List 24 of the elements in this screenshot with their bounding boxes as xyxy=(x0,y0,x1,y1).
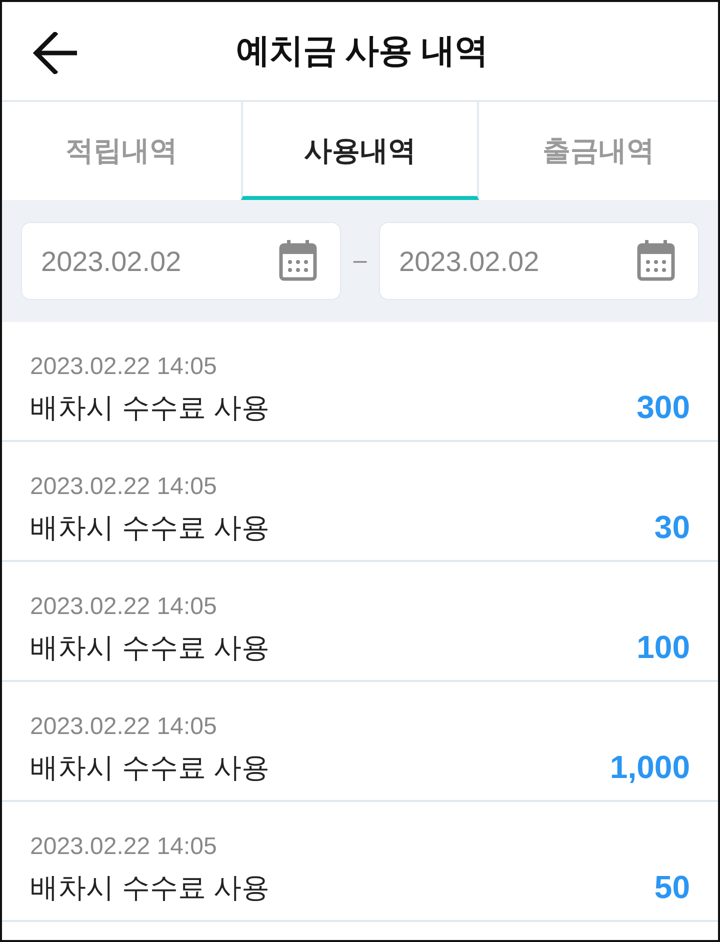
entry-amount: 1,000 xyxy=(610,748,690,786)
entry-datetime: 2023.02.22 14:05 xyxy=(30,352,218,382)
entry-description: 배차시 수수료 사용 xyxy=(30,631,270,665)
entry-datetime: 2023.02.22 14:05 xyxy=(30,592,218,622)
back-button[interactable] xyxy=(31,30,79,76)
entry-amount: 50 xyxy=(654,868,690,906)
entry-amount: 30 xyxy=(654,508,690,546)
entry-amount: 300 xyxy=(636,388,690,426)
entry-datetime: 2023.02.22 14:05 xyxy=(30,832,218,862)
entry-datetime: 2023.02.22 14:05 xyxy=(30,712,218,742)
date-field[interactable]: 2023.02.02 xyxy=(379,222,699,300)
entry-amount: 100 xyxy=(636,628,690,666)
range-separator: – xyxy=(352,247,368,275)
tab[interactable]: 사용내역 xyxy=(240,102,480,200)
back-arrow-icon xyxy=(33,32,77,74)
entry-datetime: 2023.02.22 14:05 xyxy=(30,472,218,502)
entry-description: 배차시 수수료 사용 xyxy=(30,511,270,545)
calendar-icon xyxy=(637,240,675,280)
entry-description: 배차시 수수료 사용 xyxy=(30,751,270,785)
page-title: 예치금 사용 내역 xyxy=(236,31,488,72)
entry-description: 배차시 수수료 사용 xyxy=(30,871,270,905)
date-field[interactable]: 2023.02.02 xyxy=(21,222,341,300)
entry-description: 배차시 수수료 사용 xyxy=(30,391,270,425)
calendar-icon xyxy=(279,240,317,280)
